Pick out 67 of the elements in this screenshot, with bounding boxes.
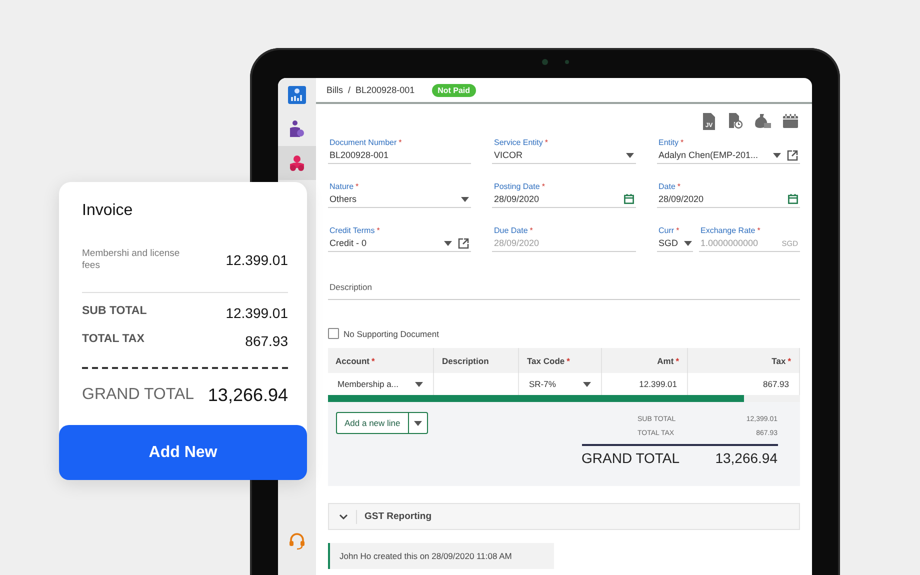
- text-field[interactable]: BL200928-001: [328, 147, 471, 164]
- caret-icon: [684, 240, 692, 246]
- money-bag-icon[interactable]: [755, 113, 771, 129]
- field-label: Due Date *: [494, 226, 534, 235]
- document-clock-icon[interactable]: [728, 113, 743, 129]
- checkbox-label: No Supporting Document: [344, 328, 439, 338]
- group-icon[interactable]: [288, 155, 306, 171]
- grand-total-label: GRAND TOTAL: [82, 386, 194, 404]
- column-header: Amt *: [602, 348, 688, 373]
- field-label: Entity *: [658, 138, 685, 147]
- total-label: TOTAL TAX: [82, 332, 144, 347]
- breadcrumb-item: BL200928-001: [356, 85, 415, 95]
- column-header: Description: [434, 348, 518, 373]
- grand-total-label: GRAND TOTAL: [582, 450, 680, 466]
- caret-icon: [583, 382, 591, 386]
- line-item-label: Membershi and license fees: [82, 248, 181, 272]
- dropdown-button[interactable]: [409, 412, 428, 434]
- total-value: 867.93: [245, 332, 288, 349]
- external-link-icon[interactable]: [787, 150, 798, 160]
- line-item-amount: 12.399.01: [226, 252, 288, 268]
- grand-total-value: 13,266.94: [715, 450, 778, 466]
- description-field[interactable]: Description: [328, 282, 800, 300]
- field-label: Date *: [658, 182, 682, 191]
- calendar-icon[interactable]: [624, 194, 634, 204]
- field-label: Exchange Rate *: [700, 226, 762, 235]
- calendar-icon[interactable]: [783, 114, 798, 128]
- breadcrumb-link[interactable]: Bills: [326, 85, 344, 95]
- total-value: 12.399.01: [226, 304, 288, 321]
- column-header: Tax *: [688, 348, 800, 373]
- field-label: Posting Date *: [494, 182, 546, 191]
- total-label: SUB TOTAL: [82, 304, 147, 319]
- field-label: Curr *: [658, 226, 680, 235]
- caret-icon: [773, 152, 781, 158]
- field-label: Document Number *: [330, 138, 403, 147]
- add-new-button[interactable]: Add New: [59, 425, 307, 480]
- caret-icon: [414, 420, 422, 426]
- caret-icon: [461, 196, 469, 202]
- field-label: Service Entity *: [494, 138, 550, 147]
- field-label: Nature *: [330, 182, 360, 191]
- grand-total-value: 13,266.94: [208, 384, 288, 406]
- column-header: Tax Code *: [518, 348, 602, 373]
- field-label: Credit Terms *: [330, 226, 381, 235]
- breadcrumb-item: /: [348, 85, 351, 95]
- bar-chart-logo-icon[interactable]: [288, 86, 306, 104]
- select-field[interactable]: Others: [328, 191, 471, 208]
- section-header[interactable]: GST Reporting: [328, 503, 800, 530]
- card-title: Invoice: [82, 202, 134, 220]
- caret-icon: [626, 152, 634, 158]
- date-field[interactable]: 28/09/2020: [656, 191, 800, 208]
- currency-select[interactable]: SGD: [656, 235, 692, 252]
- select-field[interactable]: VICOR: [492, 147, 636, 164]
- status-badge: Not Paid: [432, 84, 476, 96]
- activity-note: John Ho created this on 28/09/2020 11:08 AM: [328, 543, 554, 569]
- chevron-down-icon[interactable]: [338, 514, 348, 520]
- external-link-icon[interactable]: [458, 238, 469, 248]
- section-title: GST Reporting: [364, 511, 432, 522]
- caret-icon: [415, 382, 423, 386]
- checkbox[interactable]: [328, 328, 338, 339]
- calendar-icon[interactable]: [788, 194, 798, 204]
- person-icon[interactable]: [288, 120, 305, 138]
- select-field[interactable]: Adalyn Chen(EMP-201...: [656, 147, 800, 164]
- column-header: Account *: [328, 348, 434, 373]
- select-field[interactable]: Credit - 0: [328, 235, 471, 252]
- horizontal-scrollbar[interactable]: [328, 395, 800, 402]
- add-line-button[interactable]: Add a new line: [336, 412, 410, 434]
- date-field[interactable]: 28/09/2020: [492, 191, 636, 208]
- caret-icon: [444, 240, 452, 246]
